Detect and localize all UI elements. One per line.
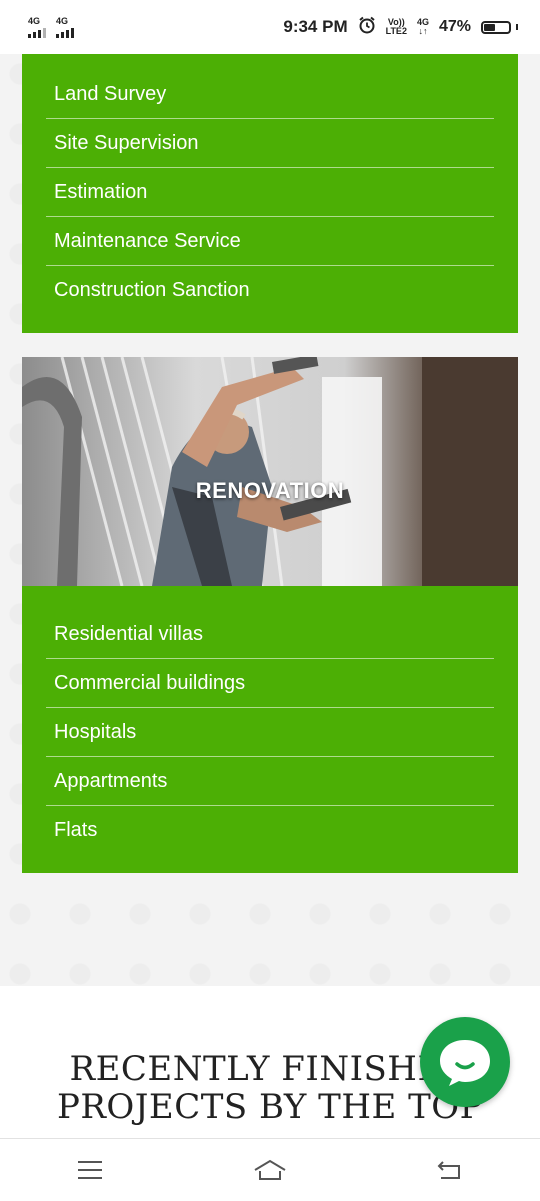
volte-indicator: Vo)) LTE2	[386, 18, 407, 36]
renovation-item-residential-villas[interactable]: Residential villas	[46, 610, 494, 659]
service-item-estimation[interactable]: Estimation	[46, 168, 494, 217]
renovation-item-hospitals[interactable]: Hospitals	[46, 708, 494, 757]
sim1-network-label: 4G	[28, 15, 41, 26]
signal-group: 4G 4G	[28, 15, 74, 38]
back-icon	[437, 1161, 460, 1179]
services-menu: Land Survey Site Supervision Estimation …	[22, 54, 518, 333]
battery-percent: 47%	[438, 18, 471, 35]
home-button[interactable]	[240, 1148, 300, 1192]
menu-icon	[78, 1161, 102, 1179]
service-item-maintenance-service[interactable]: Maintenance Service	[46, 217, 494, 266]
status-bar: 4G 4G 9:34 PM Vo)) LTE2 4G ↓↑ 47%	[0, 0, 540, 54]
renovation-banner[interactable]: RENOVATION	[22, 357, 518, 586]
back-button[interactable]	[420, 1148, 480, 1192]
renovation-item-appartments[interactable]: Appartments	[46, 757, 494, 806]
renovation-item-commercial-buildings[interactable]: Commercial buildings	[46, 659, 494, 708]
service-item-site-supervision[interactable]: Site Supervision	[46, 119, 494, 168]
status-right: 9:34 PM Vo)) LTE2 4G ↓↑ 47%	[283, 16, 518, 39]
sim2-network-label: 4G	[56, 15, 69, 26]
sim1-signal: 4G	[28, 15, 46, 38]
chat-icon	[440, 1040, 490, 1086]
chat-button[interactable]	[420, 1017, 510, 1107]
battery-icon	[481, 20, 518, 34]
service-item-construction-sanction[interactable]: Construction Sanction	[46, 266, 494, 314]
system-nav-bar	[0, 1138, 540, 1201]
menu-button[interactable]	[60, 1148, 120, 1192]
service-item-land-survey[interactable]: Land Survey	[46, 70, 494, 119]
data-indicator: 4G ↓↑	[417, 18, 429, 36]
renovation-title: RENOVATION	[195, 478, 345, 503]
clock: 9:34 PM	[283, 17, 348, 36]
renovation-photo	[22, 357, 518, 586]
home-icon	[254, 1159, 286, 1180]
page-content: Land Survey Site Supervision Estimation …	[0, 54, 540, 1138]
data-activity-arrows: ↓↑	[418, 26, 428, 36]
alarm-icon	[358, 16, 376, 39]
lte-label: LTE2	[385, 26, 407, 36]
signal-icon	[28, 27, 46, 38]
renovation-item-flats[interactable]: Flats	[46, 806, 494, 854]
sim2-signal: 4G	[56, 15, 74, 38]
signal-icon	[56, 27, 74, 38]
renovation-menu: Residential villas Commercial buildings …	[22, 586, 518, 873]
